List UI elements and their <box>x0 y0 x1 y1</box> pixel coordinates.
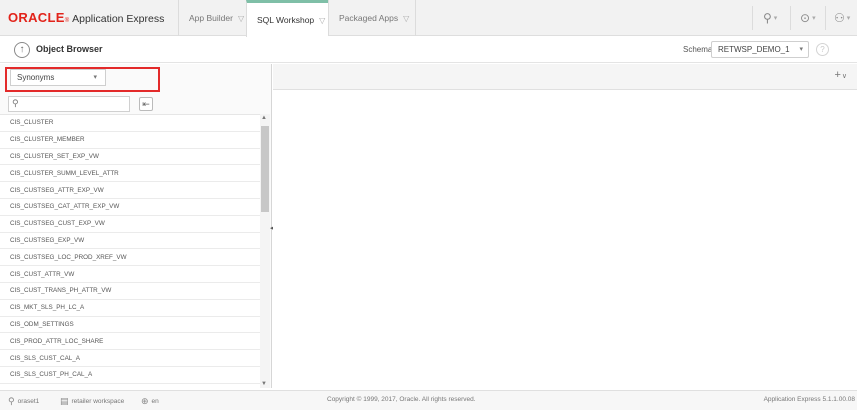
chevron-down-icon: ▾ <box>812 15 816 22</box>
plus-icon: + <box>834 69 841 81</box>
object-detail-pane: +∨ <box>273 64 857 388</box>
chevron-down-icon: ∨ <box>841 73 847 80</box>
brand-app-name: Application Express <box>72 13 165 25</box>
schema-select[interactable]: RETWSP_DEMO_1 ▾ <box>711 41 809 58</box>
copyright-text: Copyright © 1999, 2017, Oracle. All righ… <box>327 396 476 403</box>
list-item[interactable]: CIS_PROD_ATTR_LOC_SHARE <box>0 333 260 351</box>
collapse-pane-icon[interactable]: ⇤ <box>139 97 153 111</box>
brand-registered-mark: ® <box>64 18 70 24</box>
chevron-down-icon: ▽ <box>237 13 245 23</box>
workspace-icon: ▤ <box>60 396 69 406</box>
footer-user[interactable]: ⚲ oraset1 <box>8 396 39 407</box>
tab-app-builder-label: App Builder <box>189 13 233 23</box>
app-header: ORACLE ® Application Express App Builder … <box>0 0 857 37</box>
footer-user-label: oraset1 <box>17 398 40 405</box>
list-item[interactable]: CIS_CLUSTER_SET_EXP_VW <box>0 148 260 166</box>
footer-workspace-label: retailer workspace <box>71 398 125 405</box>
page-title: Object Browser <box>36 44 103 54</box>
title-bar: ↑ Object Browser Schema RETWSP_DEMO_1 ▾ … <box>0 37 857 63</box>
footer-workspace[interactable]: ▤ retailer workspace <box>60 396 124 407</box>
list-item[interactable]: CIS_CUSTSEG_CAT_ATTR_EXP_VW <box>0 198 260 216</box>
chevron-down-icon: ▾ <box>799 46 803 53</box>
tab-app-builder[interactable]: App Builder ▽ <box>178 0 246 36</box>
info-icon[interactable]: ? <box>816 43 829 56</box>
globe-icon: ⊕ <box>141 396 149 406</box>
list-item[interactable]: CIS_CUST_ATTR_VW <box>0 266 260 283</box>
list-item[interactable]: CIS_CUSTSEG_EXP_VW <box>0 232 260 250</box>
version-text: Application Express 5.1.1.00.08 <box>763 396 855 403</box>
object-list: CIS_CLUSTER CIS_CLUSTER_MEMBER CIS_CLUSTER… <box>0 114 260 388</box>
scroll-up-icon[interactable]: ▲ <box>261 115 267 121</box>
object-search-input[interactable]: ⚲ <box>8 96 130 112</box>
list-item[interactable]: CIS_CLUSTER_MEMBER <box>0 131 260 149</box>
help-menu-button[interactable]: ⊙ ▾ <box>800 9 816 27</box>
footer-language[interactable]: ⊕ en <box>141 396 159 407</box>
oracle-apex-logo[interactable]: ORACLE ® Application Express <box>8 10 164 26</box>
schema-label: Schema <box>683 45 713 54</box>
brand-oracle-text: ORACLE <box>8 10 65 25</box>
create-object-button[interactable]: +∨ <box>834 69 847 81</box>
chevron-down-icon: ▽ <box>319 15 326 25</box>
app-footer: ⚲ oraset1 ▤ retailer workspace ⊕ en Copy… <box>0 390 857 410</box>
object-browser-tree-pane: Synonyms ▾ ⚲ ⇤ CIS_CLUSTER CIS_CLUSTER_ME… <box>0 64 275 388</box>
footer-copyright: Copyright © 1999, 2017, Oracle. All righ… <box>327 396 476 403</box>
list-item[interactable]: CIS_ODM_SETTINGS <box>0 316 260 334</box>
scroll-down-icon[interactable]: ▼ <box>261 381 267 387</box>
scrollbar-thumb[interactable] <box>261 126 269 212</box>
list-item[interactable]: CIS_SLS_CUST_PH_CAL_A <box>0 366 260 384</box>
annotation-highlight-box <box>5 67 160 92</box>
header-divider <box>752 6 753 30</box>
chevron-down-icon: ▾ <box>773 15 778 22</box>
help-icon: ⊙ <box>800 11 811 25</box>
list-item[interactable]: CIS_CUSTSEG_LOC_PROD_XREF_VW <box>0 249 260 267</box>
footer-language-label: en <box>151 398 159 405</box>
tab-packaged-apps-label: Packaged Apps <box>339 13 399 23</box>
list-item[interactable]: CIS_SLS_CUST_CAL_A <box>0 350 260 367</box>
profile-icon: ⚇ <box>834 11 845 25</box>
chevron-down-icon: ▽ <box>403 13 410 23</box>
list-item[interactable]: CIS_CLUSTER <box>0 115 260 132</box>
detail-toolbar: +∨ <box>273 64 857 90</box>
schema-select-value: RETWSP_DEMO_1 <box>718 45 790 54</box>
list-item[interactable]: CIS_MKT_SLS_PH_LC_A <box>0 299 260 317</box>
profile-menu-button[interactable]: ⚇ ▾ <box>834 9 850 27</box>
user-menu-button[interactable]: ⚲ ▾ <box>763 9 777 27</box>
user-icon: ⚲ <box>763 11 772 25</box>
search-icon: ⚲ <box>12 98 19 108</box>
footer-version: Application Express 5.1.1.00.08 <box>764 396 855 403</box>
list-item[interactable]: CIS_SLS_PH_A <box>0 383 260 388</box>
tab-sql-workshop[interactable]: SQL Workshop ▽ <box>246 0 328 37</box>
list-item[interactable]: CIS_CLUSTER_SUMM_LEVEL_ATTR <box>0 165 260 183</box>
list-scrollbar[interactable]: ▲ ▼ <box>260 114 270 388</box>
list-item[interactable]: CIS_CUSTSEG_ATTR_EXP_VW <box>0 182 260 199</box>
tab-sql-workshop-label: SQL Workshop <box>257 15 315 25</box>
user-icon: ⚲ <box>8 396 15 406</box>
up-arrow-icon[interactable]: ↑ <box>14 42 30 58</box>
list-item[interactable]: CIS_CUST_TRANS_PH_ATTR_VW <box>0 282 260 300</box>
list-item[interactable]: CIS_CUSTSEG_CUST_EXP_VW <box>0 215 260 233</box>
tab-packaged-apps[interactable]: Packaged Apps ▽ <box>328 0 416 36</box>
chevron-down-icon: ▾ <box>846 15 851 22</box>
header-divider <box>790 6 791 30</box>
header-divider <box>825 6 826 30</box>
